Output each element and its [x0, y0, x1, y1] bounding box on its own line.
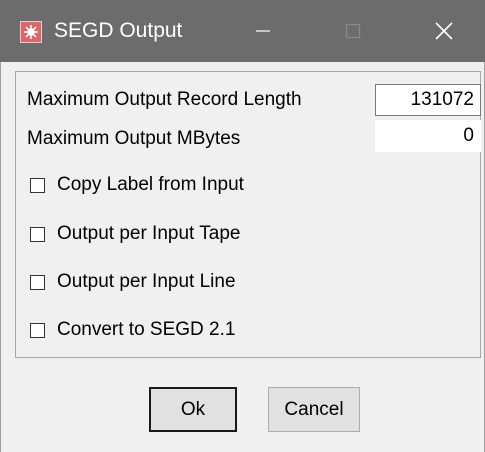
app-icon[interactable] [20, 21, 42, 43]
output-per-line-checkbox[interactable] [30, 274, 45, 290]
maximize-button[interactable] [318, 0, 388, 62]
title-bar[interactable]: SEGD Output [0, 0, 485, 62]
convert-segd-checkbox-row[interactable]: Convert to SEGD 2.1 [30, 318, 235, 342]
max-mbytes-label: Maximum Output MBytes [27, 128, 241, 149]
max-record-length-label: Maximum Output Record Length [27, 89, 302, 110]
close-icon [435, 22, 453, 40]
minimize-icon [256, 30, 270, 32]
output-per-tape-checkbox[interactable] [30, 226, 45, 242]
window-title: SEGD Output [54, 19, 183, 42]
convert-segd-checkbox[interactable] [30, 322, 45, 338]
copy-label-label: Copy Label from Input [57, 174, 244, 195]
max-mbytes-input[interactable] [375, 120, 481, 152]
copy-label-checkbox[interactable] [30, 177, 45, 193]
maximize-icon [345, 23, 361, 39]
output-per-tape-checkbox-row[interactable]: Output per Input Tape [30, 222, 240, 246]
output-per-tape-label: Output per Input Tape [57, 223, 241, 244]
max-record-length-input[interactable] [375, 84, 481, 116]
ok-button[interactable]: Ok [149, 387, 237, 432]
close-button[interactable] [409, 0, 479, 62]
output-per-line-label: Output per Input Line [57, 271, 236, 292]
window-border-left [0, 62, 1, 452]
convert-segd-label: Convert to SEGD 2.1 [57, 319, 236, 340]
cancel-button[interactable]: Cancel [268, 387, 360, 432]
minimize-button[interactable] [228, 0, 298, 62]
output-per-line-checkbox-row[interactable]: Output per Input Line [30, 270, 236, 294]
copy-label-checkbox-row[interactable]: Copy Label from Input [30, 173, 244, 197]
